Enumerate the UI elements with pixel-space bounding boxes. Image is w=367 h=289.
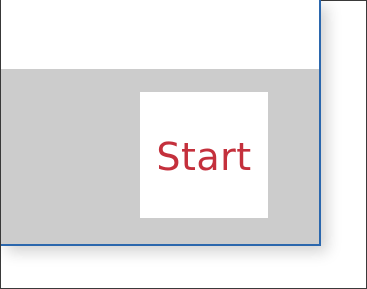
dialog-footer: Start: [1, 69, 319, 244]
screenshot-viewport: Start: [0, 0, 367, 289]
dialog-content-area: [1, 0, 319, 69]
start-button[interactable]: Start: [140, 92, 268, 218]
start-button-label: Start: [156, 135, 252, 179]
dialog-window: Start: [1, 0, 321, 246]
